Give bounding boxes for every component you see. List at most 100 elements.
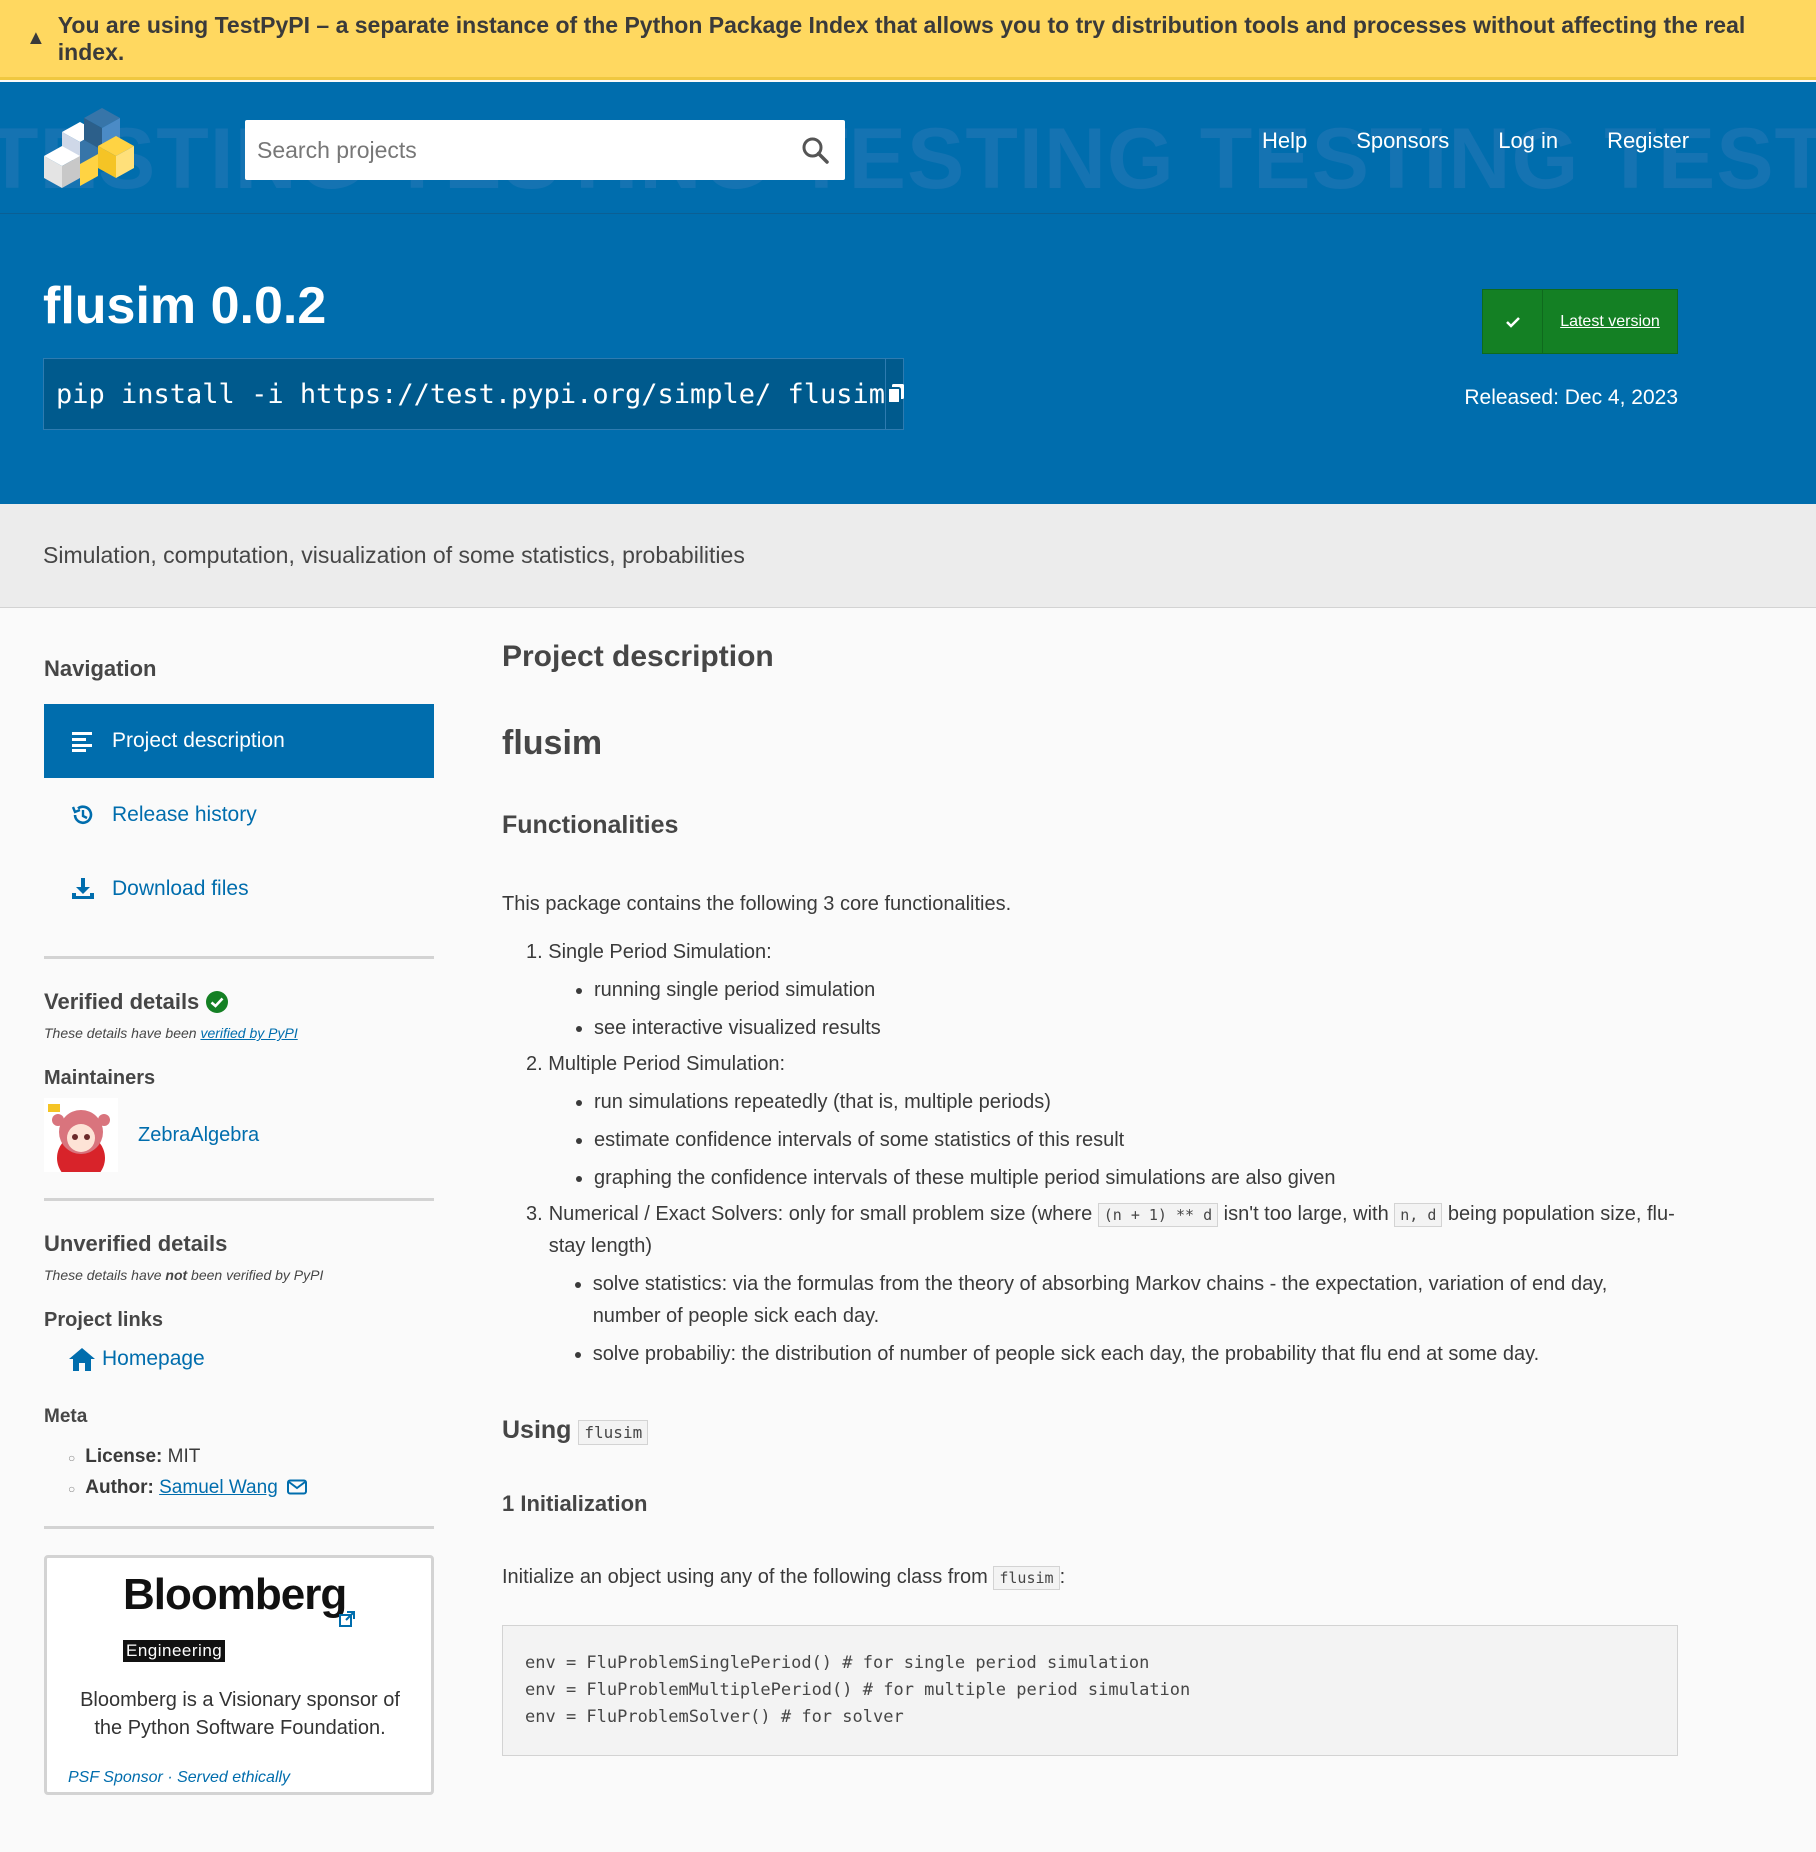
latest-version-link[interactable]: Latest version bbox=[1543, 290, 1677, 353]
sidebar: Navigation Project description Release h… bbox=[44, 608, 434, 1795]
item-number: 1. bbox=[526, 941, 543, 963]
homepage-link[interactable]: Homepage bbox=[102, 1347, 205, 1371]
sponsor-logo-tag: Engineering bbox=[123, 1640, 226, 1662]
bullet-item: solve probabiliy: the distribution of nu… bbox=[593, 1338, 1678, 1370]
functionality-list: 1. Single Period Simulation: running sin… bbox=[526, 936, 1678, 1370]
code-block: env = FluProblemSinglePeriod() # for sin… bbox=[502, 1625, 1678, 1756]
nav-register-link[interactable]: Register bbox=[1607, 128, 1689, 154]
package-summary: Simulation, computation, visualization o… bbox=[0, 504, 1816, 608]
top-nav: Help Sponsors Log in Register bbox=[1262, 128, 1738, 154]
search-box bbox=[245, 120, 845, 180]
maintainer-row: ZebraAlgebra bbox=[44, 1098, 434, 1172]
pip-command[interactable]: pip install -i https://test.pypi.org/sim… bbox=[44, 359, 885, 429]
history-icon bbox=[70, 802, 100, 828]
sidebar-nav: Project description Release history Down… bbox=[44, 704, 434, 926]
license-label: License: bbox=[85, 1446, 163, 1467]
intro-paragraph: This package contains the following 3 co… bbox=[502, 893, 1012, 915]
avatar[interactable] bbox=[44, 1098, 118, 1172]
verified-by-pypi-link[interactable]: verified by PyPI bbox=[200, 1025, 297, 1041]
readme-title: flusim bbox=[502, 724, 603, 762]
served-ethically-link[interactable]: Served ethically bbox=[177, 1769, 290, 1786]
sidebar-item-release-history[interactable]: Release history bbox=[44, 778, 434, 852]
mail-icon[interactable] bbox=[287, 1479, 308, 1495]
home-icon bbox=[69, 1348, 95, 1371]
project-description-heading: Project description bbox=[502, 640, 774, 673]
author-link[interactable]: Samuel Wang bbox=[159, 1477, 278, 1498]
latest-version-badge: Latest version bbox=[1482, 289, 1678, 354]
nav-help-link[interactable]: Help bbox=[1262, 128, 1307, 154]
meta-heading: Meta bbox=[44, 1406, 88, 1427]
psf-sponsor-link[interactable]: PSF Sponsor bbox=[68, 1769, 163, 1786]
item-number: 3. bbox=[526, 1203, 543, 1225]
sponsor-separator: · bbox=[167, 1769, 173, 1786]
inline-code: (n + 1) ** d bbox=[1097, 1203, 1219, 1227]
unverified-note-text: These details have bbox=[44, 1267, 166, 1283]
unverified-note-bold: not bbox=[165, 1267, 188, 1283]
search-input[interactable] bbox=[245, 120, 785, 180]
item-title: Multiple Period Simulation: bbox=[548, 1053, 786, 1075]
sidebar-item-label: Download files bbox=[112, 877, 249, 900]
initialization-heading: 1 Initialization bbox=[502, 1491, 648, 1516]
code-line: env = FluProblemMultiplePeriod() # for m… bbox=[525, 1680, 1191, 1700]
nav-sponsors-link[interactable]: Sponsors bbox=[1356, 128, 1449, 154]
package-title: flusim 0.0.2 bbox=[43, 277, 327, 335]
verified-check-icon bbox=[205, 990, 229, 1014]
nav-login-link[interactable]: Log in bbox=[1498, 128, 1558, 154]
bullet-item: estimate confidence intervals of some st… bbox=[594, 1124, 1678, 1156]
divider bbox=[44, 1526, 434, 1529]
divider bbox=[44, 1198, 434, 1201]
meta-license: ○ License: MIT bbox=[68, 1446, 201, 1467]
using-heading: Using flusim bbox=[502, 1416, 1678, 1445]
item-text: Numerical / Exact Solvers: only for smal… bbox=[548, 1203, 1098, 1225]
pip-install-box: pip install -i https://test.pypi.org/sim… bbox=[43, 358, 906, 430]
list-item: 2. Multiple Period Simulation: run simul… bbox=[526, 1048, 1678, 1194]
code-line: env = FluProblemSolver() # for solver bbox=[525, 1707, 904, 1727]
list-item: 1. Single Period Simulation: running sin… bbox=[526, 936, 1678, 1044]
item-title: Numerical / Exact Solvers: only for smal… bbox=[549, 1198, 1678, 1262]
copy-button[interactable] bbox=[885, 359, 906, 429]
navigation-heading: Navigation bbox=[44, 656, 157, 681]
sidebar-item-label: Release history bbox=[112, 803, 257, 826]
sidebar-item-project-description[interactable]: Project description bbox=[44, 704, 434, 778]
meta-list: ○ License: MIT ○ Author: Samuel Wang bbox=[68, 1442, 434, 1504]
bullet-item: see interactive visualized results bbox=[594, 1012, 1678, 1044]
sponsor-text: Bloomberg is a Visionary sponsor of the … bbox=[80, 1689, 400, 1739]
pypi-logo[interactable] bbox=[40, 102, 144, 194]
item-number: 2. bbox=[526, 1053, 543, 1075]
init-text: Initialize an object using any of the fo… bbox=[502, 1566, 994, 1588]
banner-text: You are using TestPyPI – a separate inst… bbox=[57, 11, 1746, 65]
inline-code: n, d bbox=[1394, 1203, 1443, 1227]
download-icon bbox=[70, 876, 100, 902]
project-description-content: Project description flusim Functionaliti… bbox=[502, 640, 1678, 1756]
bullet-item: running single period simulation bbox=[594, 974, 1678, 1006]
verified-note-text: These details have been bbox=[44, 1025, 201, 1041]
inline-code: flusim bbox=[993, 1566, 1060, 1590]
list-item: 3. Numerical / Exact Solvers: only for s… bbox=[526, 1198, 1678, 1370]
verified-note: These details have been verified by PyPI bbox=[44, 1025, 434, 1041]
unverified-details-heading: Unverified details bbox=[44, 1231, 228, 1256]
inline-code: flusim bbox=[578, 1420, 649, 1445]
sidebar-item-label: Project description bbox=[112, 729, 285, 752]
warning-icon: ▲ bbox=[26, 27, 46, 49]
sponsor-logo-name[interactable]: Bloomberg bbox=[123, 1570, 347, 1620]
using-heading-text: Using bbox=[502, 1416, 572, 1444]
author-label: Author: bbox=[85, 1477, 154, 1498]
copy-icon bbox=[887, 384, 905, 404]
maintainer-link[interactable]: ZebraAlgebra bbox=[138, 1124, 259, 1147]
item-text: isn't too large, with bbox=[1218, 1203, 1395, 1225]
license-value: MIT bbox=[167, 1446, 201, 1467]
homepage-row: Homepage bbox=[68, 1346, 434, 1372]
init-colon: : bbox=[1059, 1566, 1066, 1588]
initialization-paragraph: Initialize an object using any of the fo… bbox=[502, 1561, 1678, 1593]
align-left-icon bbox=[70, 730, 100, 752]
unverified-note: These details have not been verified by … bbox=[44, 1267, 434, 1283]
maintainers-heading: Maintainers bbox=[44, 1067, 156, 1089]
functionalities-heading: Functionalities bbox=[502, 811, 679, 839]
bullet-item: graphing the confidence intervals of the… bbox=[594, 1162, 1678, 1194]
package-header: flusim 0.0.2 pip install -i https://test… bbox=[0, 214, 1816, 504]
sidebar-item-download-files[interactable]: Download files bbox=[44, 852, 434, 926]
bullet-item: solve statistics: via the formulas from … bbox=[593, 1268, 1678, 1332]
search-icon[interactable] bbox=[785, 120, 845, 180]
meta-author: ○ Author: Samuel Wang bbox=[68, 1473, 434, 1504]
sponsor-links: PSF Sponsor · Served ethically bbox=[68, 1769, 290, 1787]
